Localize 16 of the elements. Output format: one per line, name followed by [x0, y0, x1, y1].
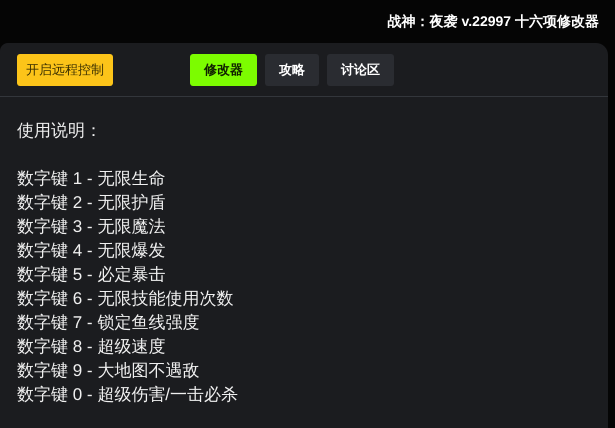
- hotkey-line: 数字键 9 - 大地图不遇敌: [17, 360, 200, 382]
- hotkey-line: 数字键 4 - 无限爆发: [17, 240, 166, 262]
- instructions-heading: 使用说明：: [17, 120, 103, 142]
- hotkey-line: 数字键 7 - 锁定鱼线强度: [17, 312, 200, 334]
- hotkey-line: 数字键 3 - 无限魔法: [17, 216, 166, 238]
- tab[interactable]: 讨论区: [327, 54, 394, 86]
- hotkey-line: 数字键 8 - 超级速度: [17, 336, 166, 358]
- tab[interactable]: 攻略: [265, 54, 319, 86]
- hotkey-line: 数字键 6 - 无限技能使用次数: [17, 288, 234, 310]
- remote-control-button[interactable]: 开启远程控制: [17, 54, 113, 86]
- hotkey-line: 数字键 0 - 超级伤害/一击必杀: [17, 384, 240, 406]
- window-title: 战神：夜袭 v.22997 十六项修改器: [388, 12, 599, 31]
- hotkey-line: 数字键 2 - 无限护盾: [17, 192, 166, 214]
- hotkey-line: 数字键 5 - 必定暴击: [17, 264, 166, 286]
- hotkey-line: 数字键 1 - 无限生命: [17, 168, 166, 190]
- tab[interactable]: 修改器: [190, 54, 257, 86]
